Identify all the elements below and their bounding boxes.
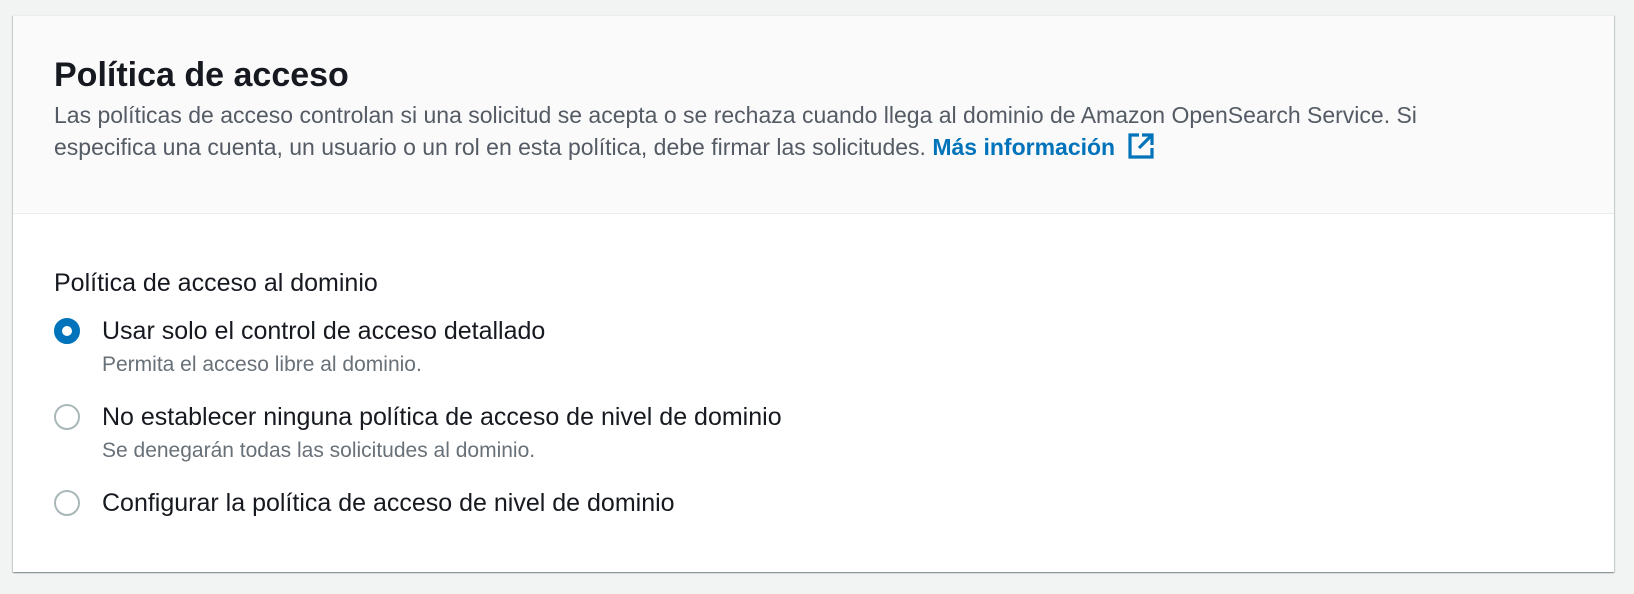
radio-option-no-policy[interactable]: No establecer ninguna política de acceso… (54, 400, 1574, 466)
radio-label: Usar solo el control de acceso detallado (102, 317, 546, 345)
more-info-link-label: Más información (932, 134, 1116, 160)
external-link-icon (1127, 132, 1155, 160)
container-header: Política de acceso Las políticas de acce… (13, 16, 1614, 214)
domain-policy-label: Política de acceso al dominio (54, 269, 378, 297)
radio-label: No establecer ninguna política de acceso… (102, 403, 782, 431)
radio-description: Permita el acceso libre al dominio. (102, 353, 422, 376)
domain-policy-radio-group: Usar solo el control de acceso detallado… (54, 314, 1574, 520)
container-body: Política de acceso al dominio Usar solo … (13, 214, 1614, 520)
page-title: Política de acceso (54, 56, 349, 94)
description-text: Las políticas de acceso controlan si una… (54, 102, 1417, 160)
header-description: Las políticas de acceso controlan si una… (54, 99, 1494, 163)
radio-button-configure-policy[interactable] (54, 490, 80, 516)
radio-button-no-policy[interactable] (54, 404, 80, 430)
radio-option-configure-policy[interactable]: Configurar la política de acceso de nive… (54, 486, 1574, 520)
more-info-link[interactable]: Más información (932, 132, 1155, 160)
radio-button-fine-grained[interactable] (54, 318, 80, 344)
radio-description: Se denegarán todas las solicitudes al do… (102, 439, 536, 462)
access-policy-container: Política de acceso Las políticas de acce… (13, 15, 1614, 572)
radio-label: Configurar la política de acceso de nive… (102, 489, 675, 517)
radio-option-fine-grained[interactable]: Usar solo el control de acceso detallado… (54, 314, 1574, 380)
